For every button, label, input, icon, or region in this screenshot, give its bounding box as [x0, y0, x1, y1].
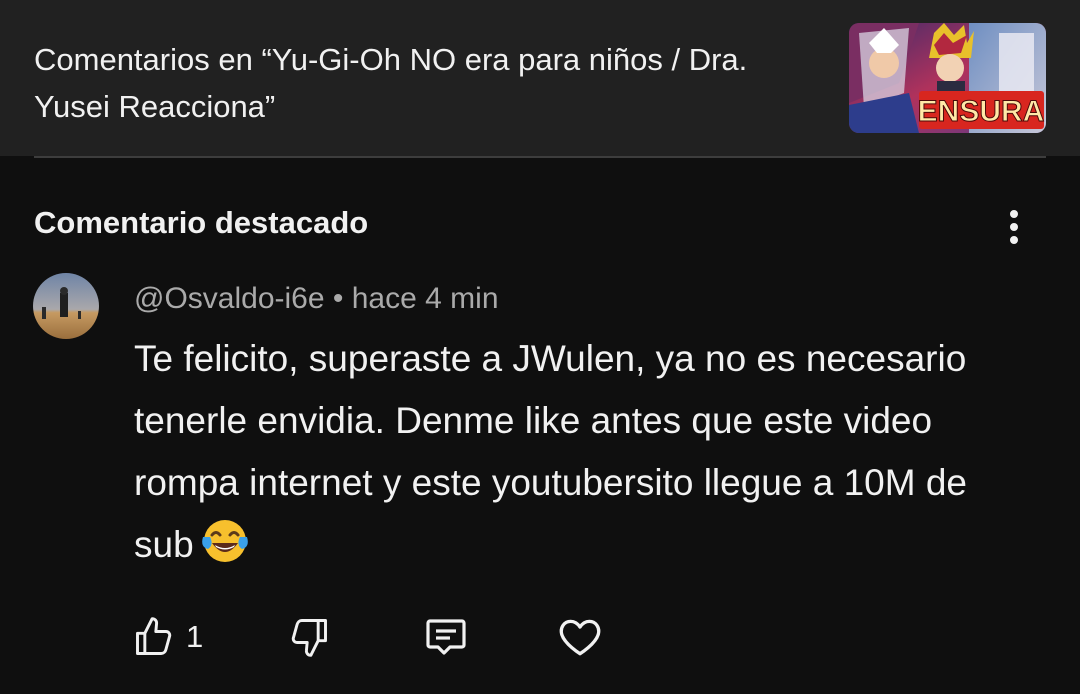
- comment-time: hace 4 min: [351, 282, 499, 315]
- comments-page: Comentarios en “Yu-Gi-Oh NO era para niñ…: [0, 0, 1080, 694]
- meta-separator: •: [332, 282, 344, 315]
- like-button[interactable]: 1: [132, 610, 203, 664]
- reply-icon: [426, 619, 466, 655]
- reply-button[interactable]: [422, 610, 470, 664]
- like-count: 1: [186, 619, 204, 654]
- heart-icon: [559, 619, 601, 656]
- avatar-image: [33, 273, 99, 339]
- comment-author[interactable]: @Osvaldo-i6e: [134, 282, 325, 315]
- thumbnail-image: ENSURA: [849, 23, 1046, 133]
- section-title: Comentario destacado: [34, 205, 369, 240]
- more-vertical-icon: [1010, 210, 1018, 218]
- header-divider: [34, 156, 1046, 158]
- laughing-tears-emoji-icon: [201, 520, 248, 562]
- comment-body: Te felicito, superaste a JWulen, ya no e…: [134, 328, 1024, 576]
- comment-meta: @Osvaldo-i6e • hace 4 min: [134, 279, 499, 319]
- comments-header: Comentarios en “Yu-Gi-Oh NO era para niñ…: [0, 0, 1080, 156]
- thumbnail-banner-text: ENSURA: [918, 95, 1045, 128]
- avatar[interactable]: [33, 273, 99, 339]
- comment-text: Te felicito, superaste a JWulen, ya no e…: [134, 338, 967, 565]
- comment-actions: 1: [0, 610, 1080, 664]
- thumbs-down-icon: [291, 619, 327, 657]
- heart-button[interactable]: [555, 610, 605, 664]
- dislike-button[interactable]: [287, 610, 331, 664]
- video-title: Comentarios en “Yu-Gi-Oh NO era para niñ…: [34, 42, 748, 124]
- thumbs-up-icon: [136, 617, 172, 655]
- more-options-button[interactable]: [994, 204, 1034, 250]
- video-thumbnail[interactable]: ENSURA: [849, 23, 1046, 133]
